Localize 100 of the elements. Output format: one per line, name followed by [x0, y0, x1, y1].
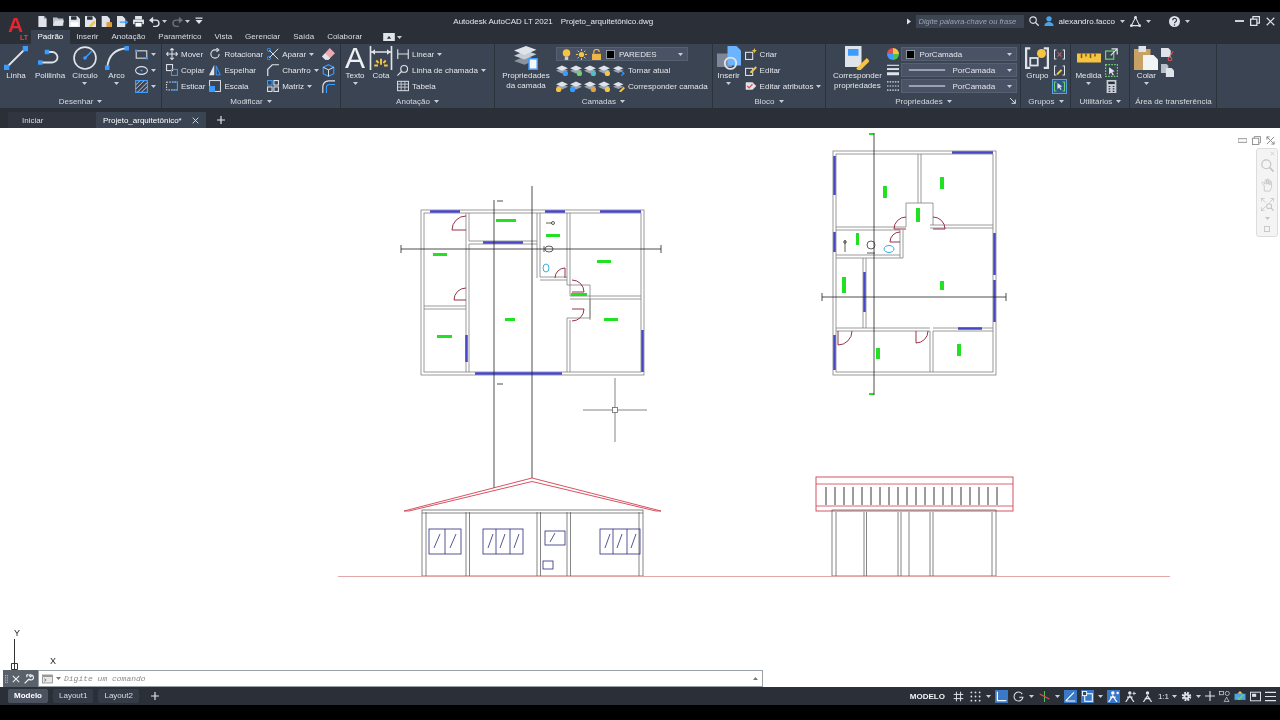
status-toggle-button[interactable]	[994, 689, 1008, 703]
ribbon-tab[interactable]: Paramétrico	[151, 30, 208, 44]
hatch-icon[interactable]	[134, 80, 148, 93]
plus-icon[interactable]	[216, 116, 225, 124]
toggle-button[interactable]	[1052, 79, 1068, 94]
panel-title-button[interactable]: Anotação	[396, 96, 439, 106]
plus-icon[interactable]	[150, 692, 159, 700]
ribbon-button[interactable]: Copiar	[165, 62, 206, 78]
document-stamp-icon[interactable]	[101, 15, 112, 27]
grip-icon[interactable]	[5, 673, 8, 684]
status-toggle-button[interactable]	[1011, 689, 1025, 703]
ribbon-button[interactable]: Tornar atual	[612, 62, 672, 78]
layer-tool-icon[interactable]	[598, 64, 610, 76]
floppy-disk-pencil-icon[interactable]	[85, 15, 96, 27]
ribbon-button[interactable]: A Texto	[344, 45, 366, 86]
expand-arrow-icon[interactable]	[906, 17, 911, 25]
status-toggle-button[interactable]	[1080, 689, 1094, 703]
new-file-icon[interactable]	[37, 15, 48, 27]
layer-tool-icon[interactable]	[584, 64, 596, 76]
caret-icon[interactable]	[150, 53, 156, 56]
ribbon-button[interactable]: Linha	[3, 45, 29, 82]
caret-icon[interactable]	[1120, 19, 1125, 23]
document-tab[interactable]: Projeto_arquitetônico*	[96, 112, 206, 128]
layer-tool-icon[interactable]	[556, 80, 568, 92]
search-icon[interactable]	[1028, 16, 1039, 26]
ellipse-icon[interactable]	[134, 64, 148, 77]
panel-title-button[interactable]: Camadas	[581, 96, 625, 106]
ribbon-button[interactable]: Rotacionar	[208, 46, 265, 62]
panel-title-button[interactable]: Propriedades	[895, 96, 952, 106]
caret-icon[interactable]	[396, 35, 402, 39]
ribbon-button[interactable]: Escala	[208, 78, 250, 94]
caret-icon[interactable]	[1185, 19, 1190, 23]
panel-layout-icon[interactable]	[382, 33, 395, 41]
panel-title-button[interactable]: Bloco	[754, 96, 784, 106]
ribbon-button[interactable]: Grupo	[1024, 45, 1051, 82]
ribbon-tab[interactable]: Vista	[207, 30, 239, 44]
caret-icon[interactable]	[1054, 694, 1060, 698]
printer-icon[interactable]	[133, 15, 144, 27]
document-tab[interactable]: Iniciar	[8, 112, 96, 128]
caret-icon[interactable]	[1196, 694, 1201, 698]
status-toggle-button[interactable]	[968, 689, 982, 703]
ribbon-button[interactable]: Cota	[368, 45, 394, 82]
ribbon-button[interactable]: Medida	[1074, 45, 1103, 86]
rectangle-icon[interactable]	[134, 48, 148, 61]
ribbon-button[interactable]: Inserir	[715, 45, 742, 86]
ribbon-button[interactable]: Linha de chamada	[396, 62, 487, 78]
ribbon-button[interactable]: Mover	[165, 46, 205, 62]
status-toggle-button[interactable]	[1037, 689, 1051, 703]
measure-arrow-icon[interactable]	[1104, 48, 1118, 61]
caret-icon[interactable]	[1028, 694, 1034, 698]
calculator-icon[interactable]	[1104, 80, 1118, 93]
line-weights-icon[interactable]	[887, 64, 900, 76]
plus-icon[interactable]	[1205, 691, 1215, 701]
panel-title-button[interactable]: Utilitários	[1079, 96, 1122, 106]
status-toggle-button[interactable]	[1140, 689, 1154, 703]
caret-icon[interactable]	[1146, 19, 1151, 23]
dotted-lines-icon[interactable]	[887, 80, 900, 92]
caret-icon[interactable]	[985, 694, 991, 698]
toggle-button[interactable]	[1052, 47, 1068, 62]
toggle-button[interactable]	[1052, 63, 1068, 78]
customize-menu-icon[interactable]	[195, 17, 203, 25]
ribbon-tab[interactable]: Saída	[286, 30, 321, 44]
ribbon-tab[interactable]: Anotação	[105, 30, 152, 44]
ribbon-button[interactable]: Polilinha	[34, 45, 67, 82]
document-arrow-icon[interactable]	[117, 15, 128, 27]
ribbon-tab[interactable]: Inserir	[69, 30, 106, 44]
caret-icon[interactable]	[56, 677, 61, 680]
ribbon-button[interactable]: Propriedades da camada	[498, 45, 554, 92]
layer-dropdown[interactable]: PAREDES	[556, 47, 688, 61]
ribbon-button[interactable]: Linear	[396, 46, 444, 62]
caret-icon[interactable]	[150, 69, 156, 72]
ribbon-button[interactable]: Esticar	[165, 78, 207, 94]
status-toggle-button[interactable]	[951, 689, 965, 703]
layer-tool-icon[interactable]	[556, 64, 568, 76]
layout-tab[interactable]: Modelo	[8, 689, 48, 703]
property-dropdown[interactable]: PorCamada	[901, 79, 1018, 93]
property-dropdown[interactable]: PorCamada	[901, 63, 1018, 77]
ribbon-button[interactable]: Chanfro	[266, 62, 320, 78]
cube-icon[interactable]	[321, 64, 335, 77]
property-dropdown[interactable]: PorCamada	[901, 47, 1018, 61]
clean-screen-icon[interactable]	[1250, 690, 1261, 702]
settings-icon[interactable]	[1181, 690, 1192, 702]
ribbon-button[interactable]: Colar	[1133, 45, 1160, 86]
layer-tool-icon[interactable]	[570, 80, 582, 92]
ribbon-button[interactable]: Círculo	[71, 45, 99, 86]
user-name[interactable]: alexandro.facco	[1058, 16, 1115, 26]
ribbon-button[interactable]: Arco	[103, 45, 130, 86]
layer-tool-icon[interactable]	[598, 80, 610, 92]
two-documents-icon[interactable]	[1161, 64, 1175, 77]
caret-icon[interactable]	[150, 85, 156, 88]
ribbon-button[interactable]: Corresponder camada	[612, 78, 709, 94]
annotation-scale-button[interactable]: 1:1	[1157, 691, 1177, 701]
caret-icon[interactable]	[185, 19, 190, 23]
status-toggle-button[interactable]	[1106, 689, 1120, 703]
triangle-nodes-icon[interactable]	[1130, 15, 1141, 27]
document-scissors-icon[interactable]	[1161, 48, 1175, 61]
ribbon-button[interactable]: Aparar	[266, 46, 316, 62]
ribbon-tab[interactable]: Gerenciar	[238, 30, 287, 44]
wrench-icon[interactable]	[24, 673, 34, 684]
isolate-shapes-icon[interactable]	[1219, 690, 1230, 702]
